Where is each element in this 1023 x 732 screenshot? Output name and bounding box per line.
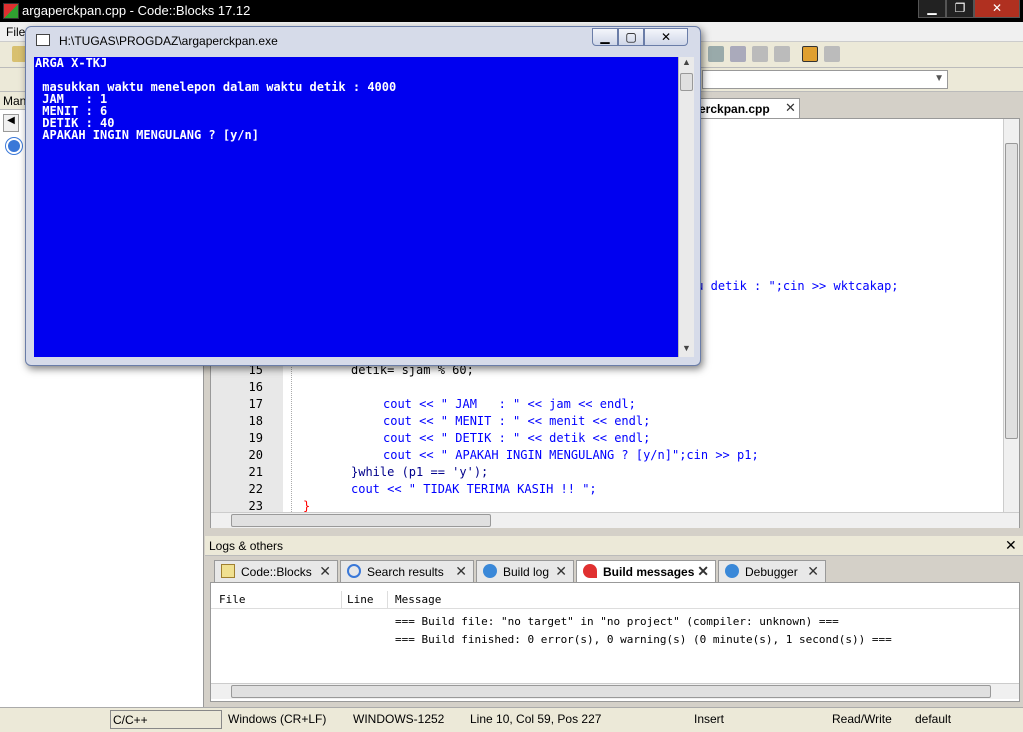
code-line: cout << " APAKAH INGIN MENGULANG ? [y/n]… bbox=[383, 448, 759, 462]
scroll-up-icon[interactable]: ▲ bbox=[682, 57, 691, 67]
status-language: C/C++ bbox=[113, 713, 148, 727]
status-encoding: WINDOWS-1252 bbox=[353, 712, 445, 726]
line-number: 18 bbox=[248, 414, 263, 428]
status-profile: default bbox=[915, 712, 952, 726]
column-header-line[interactable]: Line bbox=[347, 593, 374, 606]
line-number: 19 bbox=[248, 431, 263, 445]
language-field[interactable]: C/C++ bbox=[110, 710, 222, 729]
code-line: cout << " MENIT : " << menit << endl; bbox=[383, 414, 651, 428]
code-line-partial: tu detik : ";cin >> wktcakap; bbox=[689, 279, 899, 293]
status-position: Line 10, Col 59, Pos 227 bbox=[470, 712, 602, 726]
console-app-icon bbox=[36, 34, 50, 46]
column-header-message[interactable]: Message bbox=[395, 593, 441, 606]
gear-icon bbox=[483, 564, 497, 578]
logs-panel-header: Logs & others ✕ bbox=[205, 536, 1023, 556]
tab-build-messages[interactable]: Build messages ✕ bbox=[576, 560, 716, 582]
table-row[interactable]: === Build file: "no target" in "no proje… bbox=[395, 615, 839, 628]
close-icon[interactable]: ✕ bbox=[974, 0, 1020, 18]
scroll-thumb[interactable] bbox=[680, 73, 693, 91]
tab-search-results[interactable]: Search results ✕ bbox=[340, 560, 474, 582]
editor-tab[interactable]: erckpan.cpp ✕ bbox=[690, 98, 800, 118]
close-icon[interactable]: ✕ bbox=[697, 563, 709, 580]
note-icon bbox=[221, 564, 235, 578]
line-number: 21 bbox=[248, 465, 263, 479]
build-messages-table: File Line Message === Build file: "no ta… bbox=[210, 582, 1020, 702]
tab-build-log[interactable]: Build log ✕ bbox=[476, 560, 574, 582]
line-number: 20 bbox=[248, 448, 263, 462]
tab-debugger[interactable]: Debugger ✕ bbox=[718, 560, 826, 582]
close-icon[interactable]: ✕ bbox=[807, 563, 819, 580]
editor-horizontal-scrollbar[interactable] bbox=[211, 512, 1019, 528]
workspace-icon[interactable] bbox=[6, 138, 22, 154]
close-icon[interactable]: ✕ bbox=[785, 100, 796, 116]
logs-horizontal-scrollbar[interactable] bbox=[211, 683, 1019, 699]
column-divider bbox=[387, 591, 388, 609]
console-window-title: H:\TUGAS\PROGDAZ\argaperckpan.exe bbox=[59, 34, 278, 48]
console-vertical-scrollbar[interactable]: ▲ ▼ bbox=[678, 57, 694, 357]
main-window-title: argaperckpan.cpp - Code::Blocks 17.12 bbox=[22, 3, 251, 18]
status-insert-mode: Insert bbox=[694, 712, 725, 726]
table-header: File Line Message bbox=[211, 591, 1019, 609]
code-line: } bbox=[303, 499, 311, 512]
code-line: cout << " TIDAK TERIMA KASIH !! "; bbox=[351, 482, 597, 496]
scroll-down-icon[interactable]: ▼ bbox=[682, 343, 691, 353]
line-number: 22 bbox=[248, 482, 263, 496]
close-icon[interactable]: ✕ bbox=[1005, 537, 1017, 554]
menu-file[interactable]: File bbox=[6, 25, 25, 39]
status-access: Read/Write bbox=[832, 712, 892, 726]
code-line: cout << " DETIK : " << detik << endl; bbox=[383, 431, 651, 445]
tab-codeblocks[interactable]: Code::Blocks ✕ bbox=[214, 560, 338, 582]
tab-label: Search results bbox=[367, 565, 444, 579]
minimize-icon[interactable]: ▁ bbox=[918, 0, 946, 18]
close-icon[interactable]: ✕ bbox=[644, 28, 688, 46]
tab-label: Build messages bbox=[603, 565, 695, 579]
status-bar: C/C++ Windows (CR+LF) WINDOWS-1252 Line … bbox=[0, 707, 1023, 732]
scroll-thumb[interactable] bbox=[1005, 143, 1018, 439]
debug-next-icon[interactable] bbox=[730, 46, 746, 62]
symbol-dropdown[interactable]: ▼ bbox=[702, 70, 948, 89]
editor-tab-label: erckpan.cpp bbox=[699, 102, 770, 116]
close-icon[interactable]: ✕ bbox=[319, 563, 331, 580]
scroll-thumb[interactable] bbox=[231, 514, 491, 527]
line-number: 17 bbox=[248, 397, 263, 411]
debug-windows-icon[interactable] bbox=[802, 46, 818, 62]
magnifier-icon bbox=[347, 564, 361, 578]
status-line-endings: Windows (CR+LF) bbox=[228, 712, 327, 726]
codeblocks-app-icon bbox=[3, 3, 19, 19]
close-icon[interactable]: ✕ bbox=[455, 563, 467, 580]
table-row[interactable]: === Build finished: 0 error(s), 0 warnin… bbox=[395, 633, 892, 646]
logs-panel-title: Logs & others bbox=[209, 539, 284, 553]
console-output[interactable]: ARGA X-TKJ masukkan waktu menelepon dala… bbox=[34, 57, 678, 357]
column-header-file[interactable]: File bbox=[219, 593, 246, 606]
tab-label: Debugger bbox=[745, 565, 798, 579]
chevron-down-icon: ▼ bbox=[934, 73, 944, 84]
tab-label: Build log bbox=[503, 565, 550, 579]
stop-icon[interactable] bbox=[774, 46, 790, 62]
pin-icon bbox=[583, 564, 597, 578]
restore-icon[interactable]: ❐ bbox=[946, 0, 974, 18]
console-window[interactable]: H:\TUGAS\PROGDAZ\argaperckpan.exe ▁ ▢ ✕ … bbox=[25, 26, 701, 366]
pane-scroll-left-icon[interactable]: ◀ bbox=[3, 114, 19, 132]
column-divider bbox=[341, 591, 342, 609]
line-number: 23 bbox=[248, 499, 263, 512]
main-title-bar[interactable]: argaperckpan.cpp - Code::Blocks 17.12 ▁ … bbox=[0, 0, 1023, 22]
scroll-thumb[interactable] bbox=[231, 685, 991, 698]
code-line: cout << " JAM : " << jam << endl; bbox=[383, 397, 636, 411]
tab-label: Code::Blocks bbox=[241, 565, 312, 579]
editor-vertical-scrollbar[interactable] bbox=[1003, 119, 1019, 512]
debug-step-icon[interactable] bbox=[708, 46, 724, 62]
gear-icon bbox=[725, 564, 739, 578]
maximize-icon[interactable]: ▢ bbox=[618, 28, 644, 46]
info-icon[interactable] bbox=[824, 46, 840, 62]
close-icon[interactable]: ✕ bbox=[555, 563, 567, 580]
minimize-icon[interactable]: ▁ bbox=[592, 28, 618, 46]
code-line: }while (p1 == 'y'); bbox=[351, 465, 489, 479]
line-number: 16 bbox=[248, 380, 263, 394]
pause-icon[interactable] bbox=[752, 46, 768, 62]
